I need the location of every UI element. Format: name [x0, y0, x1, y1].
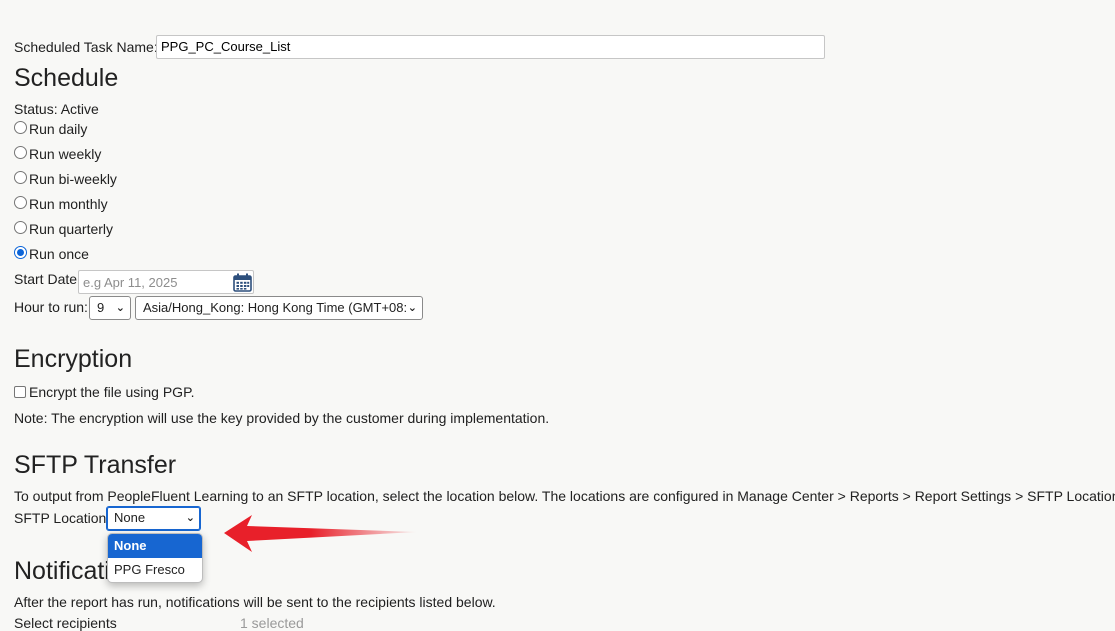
start-date-placeholder: e.g Apr 11, 2025 [83, 275, 178, 290]
sftp-location-label: SFTP Location: [14, 510, 111, 526]
recipients-selected-count[interactable]: 1 selected [240, 615, 304, 631]
encryption-note: Note: The encryption will use the key pr… [14, 410, 550, 426]
chevron-down-icon: ⌄ [405, 297, 417, 319]
radio-run-quarterly[interactable] [14, 221, 27, 234]
radio-run-daily[interactable] [14, 121, 27, 134]
radio-label-run-once[interactable]: Run once [29, 246, 89, 262]
hour-select-value: 9 [97, 300, 105, 315]
sftp-location-dropdown: None PPG Fresco [107, 533, 203, 583]
encrypt-pgp-checkbox[interactable] [14, 386, 26, 398]
sftp-heading: SFTP Transfer [14, 451, 177, 479]
radio-label-run-bi-weekly[interactable]: Run bi-weekly [29, 171, 117, 187]
notifications-description: After the report has run, notifications … [14, 594, 496, 610]
radio-label-run-daily[interactable]: Run daily [29, 121, 87, 137]
schedule-heading: Schedule [14, 64, 119, 92]
chevron-down-icon: ⌄ [115, 302, 125, 314]
hour-label: Hour to run: [14, 299, 88, 315]
sftp-location-select[interactable]: None ⌄ [106, 506, 201, 531]
sftp-location-value: None [114, 510, 146, 525]
select-recipients-label: Select recipients [14, 615, 117, 631]
dropdown-option-ppg-fresco[interactable]: PPG Fresco [108, 558, 202, 582]
sftp-description: To output from PeopleFluent Learning to … [14, 488, 1115, 504]
radio-run-weekly[interactable] [14, 146, 27, 159]
dropdown-option-none[interactable]: None [108, 534, 202, 558]
radio-label-run-monthly[interactable]: Run monthly [29, 196, 108, 212]
radio-run-once[interactable] [14, 246, 27, 259]
task-name-label: Scheduled Task Name: [14, 39, 158, 55]
radio-run-bi-weekly[interactable] [14, 171, 27, 184]
timezone-select[interactable]: Asia/Hong_Kong: Hong Kong Time (GMT+08: … [135, 296, 423, 320]
calendar-icon[interactable] [233, 273, 252, 295]
radio-label-run-quarterly[interactable]: Run quarterly [29, 221, 113, 237]
red-arrow-annotation [224, 515, 417, 552]
chevron-down-icon: ⌄ [185, 512, 195, 524]
radio-run-monthly[interactable] [14, 196, 27, 209]
encrypt-pgp-label[interactable]: Encrypt the file using PGP. [29, 384, 195, 400]
start-date-label: Start Date: [14, 271, 81, 287]
start-date-field[interactable]: e.g Apr 11, 2025 [78, 270, 254, 294]
schedule-status: Status: Active [14, 101, 99, 117]
timezone-select-value: Asia/Hong_Kong: Hong Kong Time (GMT+08: [143, 300, 408, 315]
task-name-input[interactable]: PPG_PC_Course_List [156, 35, 825, 59]
radio-label-run-weekly[interactable]: Run weekly [29, 146, 101, 162]
encryption-heading: Encryption [14, 345, 133, 373]
hour-select[interactable]: 9 ⌄ [89, 296, 131, 320]
